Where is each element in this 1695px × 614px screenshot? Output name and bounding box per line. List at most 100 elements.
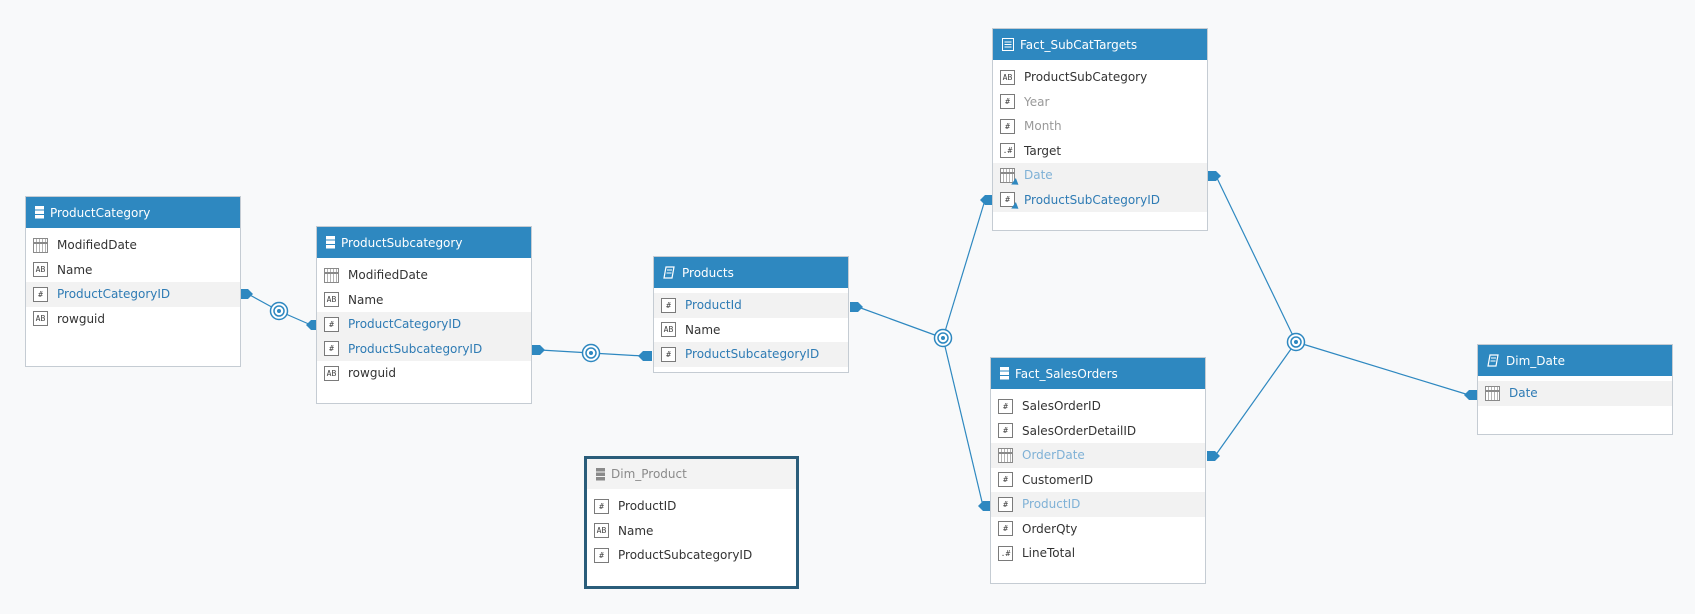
column-row[interactable]: # ProductSubcategoryID (654, 342, 848, 367)
number-calculated-icon: # (1000, 192, 1021, 213)
column-row[interactable]: # ProductCategoryID (317, 312, 531, 337)
number-icon: # (998, 398, 1013, 414)
table-title: Dim_Product (611, 467, 687, 481)
text-icon: AB (661, 322, 676, 338)
column-row[interactable]: AB Name (587, 519, 796, 544)
relationship-hub-2 (581, 343, 601, 363)
column-row[interactable]: # ProductID (587, 494, 796, 519)
calendar-icon (324, 267, 339, 283)
column-row[interactable]: # SalesOrderDetailID (991, 419, 1205, 444)
number-icon: # (324, 341, 339, 357)
connector-end-4 (638, 351, 652, 361)
table-productsubcategory[interactable]: ProductSubcategory ModifiedDate AB Name #… (316, 226, 532, 404)
table-title: Fact_SubCatTargets (1020, 37, 1138, 52)
column-row[interactable]: Date (993, 163, 1207, 188)
text-icon: AB (1000, 69, 1015, 85)
column-row[interactable]: AB Name (654, 318, 848, 343)
decimal-icon: .# (1000, 143, 1015, 159)
number-icon: # (1000, 94, 1015, 110)
table-header[interactable]: ProductSubcategory (317, 227, 531, 258)
connector-end-1 (240, 289, 253, 299)
table-fact-subcattargets[interactable]: Fact_SubCatTargets AB ProductSubCategory … (992, 28, 1208, 231)
table-icon (35, 206, 44, 219)
table-title: ProductSubcategory (341, 235, 463, 250)
number-icon: # (998, 423, 1013, 439)
column-row[interactable]: ModifiedDate (317, 263, 531, 288)
column-row[interactable]: ModifiedDate (26, 233, 240, 258)
column-row[interactable]: .# LineTotal (991, 541, 1205, 566)
relationship-hub-4 (1286, 332, 1306, 352)
rel-products-hub (857, 306, 944, 339)
connector-end-5 (850, 302, 863, 312)
calendar-icon (1485, 385, 1500, 401)
calendar-icon (998, 447, 1013, 463)
calendar-calculated-icon (1000, 167, 1021, 188)
column-row[interactable]: # OrderQty (991, 517, 1205, 542)
column-row[interactable]: AB ProductSubCategory (993, 65, 1207, 90)
rel-salesorders-datehub (1214, 341, 1297, 457)
table-productcategory[interactable]: ProductCategory ModifiedDate AB Name # Pro… (25, 196, 241, 367)
table-header[interactable]: Products (654, 257, 848, 288)
table-title: ProductCategory (50, 205, 151, 220)
table-products[interactable]: Products # ProductId AB Name # ProductSubca… (653, 256, 849, 373)
column-row[interactable]: # Year (993, 90, 1207, 115)
column-row[interactable]: # ProductSubCategoryID (993, 187, 1207, 213)
column-row[interactable]: AB Name (26, 258, 240, 283)
rel-hub-salesorders (942, 337, 984, 507)
table-dim-product[interactable]: Dim_Product # ProductID AB Name # ProductSu… (584, 456, 799, 589)
number-icon: # (661, 297, 676, 313)
text-icon: AB (324, 292, 339, 308)
column-row[interactable]: # ProductID (991, 492, 1205, 517)
number-icon: # (594, 498, 609, 514)
calculated-table-icon (1002, 38, 1014, 51)
relationship-hub-1 (269, 301, 289, 321)
table-fact-salesorders[interactable]: Fact_SalesOrders # SalesOrderID # SalesOrd… (990, 357, 1206, 584)
column-row[interactable]: AB rowguid (317, 361, 531, 386)
column-row[interactable]: # SalesOrderID (991, 394, 1205, 419)
text-icon: AB (594, 523, 609, 539)
rel-hub-subcattargets (942, 199, 986, 339)
rel-subcattargets-datehub (1215, 175, 1297, 343)
decimal-icon: .# (998, 545, 1013, 561)
number-icon: # (998, 472, 1013, 488)
number-icon: # (594, 547, 609, 563)
column-row[interactable]: .# Target (993, 139, 1207, 164)
column-row[interactable]: # ProductCategoryID (26, 282, 240, 307)
table-icon (326, 236, 335, 249)
column-row[interactable]: # CustomerID (991, 468, 1205, 493)
table-dim-date[interactable]: Dim_Date Date (1477, 344, 1673, 435)
connector-end-10 (1464, 390, 1477, 400)
query-table-icon (1487, 354, 1500, 367)
query-table-icon (663, 266, 676, 279)
column-row[interactable]: # ProductId (654, 293, 848, 318)
table-icon (596, 467, 605, 481)
table-title: Products (682, 265, 734, 280)
relationship-hub-3 (933, 328, 953, 348)
column-row[interactable]: # ProductSubcategoryID (317, 336, 531, 361)
calendar-icon (33, 237, 48, 253)
connector-end-8 (1208, 171, 1221, 181)
number-icon: # (324, 316, 339, 332)
column-row[interactable]: AB rowguid (26, 307, 240, 332)
table-header[interactable]: Fact_SalesOrders (991, 358, 1205, 389)
table-icon (1000, 367, 1009, 380)
number-icon: # (33, 286, 48, 302)
column-row[interactable]: OrderDate (991, 443, 1205, 468)
column-row[interactable]: # Month (993, 114, 1207, 139)
column-row[interactable]: # ProductSubcategoryID (587, 543, 796, 568)
table-header[interactable]: ProductCategory (26, 197, 240, 228)
number-icon: # (998, 521, 1013, 537)
connector-end-3 (532, 345, 545, 355)
table-title: Fact_SalesOrders (1015, 366, 1118, 381)
column-row[interactable]: AB Name (317, 288, 531, 313)
text-icon: AB (324, 365, 339, 381)
number-icon: # (1000, 118, 1015, 134)
table-title: Dim_Date (1506, 353, 1565, 368)
table-header[interactable]: Fact_SubCatTargets (993, 29, 1207, 60)
table-header[interactable]: Dim_Date (1478, 345, 1672, 376)
number-icon: # (661, 346, 676, 362)
number-icon: # (998, 496, 1013, 512)
text-icon: AB (33, 262, 48, 278)
column-row[interactable]: Date (1478, 381, 1672, 406)
table-header[interactable]: Dim_Product (587, 459, 796, 489)
